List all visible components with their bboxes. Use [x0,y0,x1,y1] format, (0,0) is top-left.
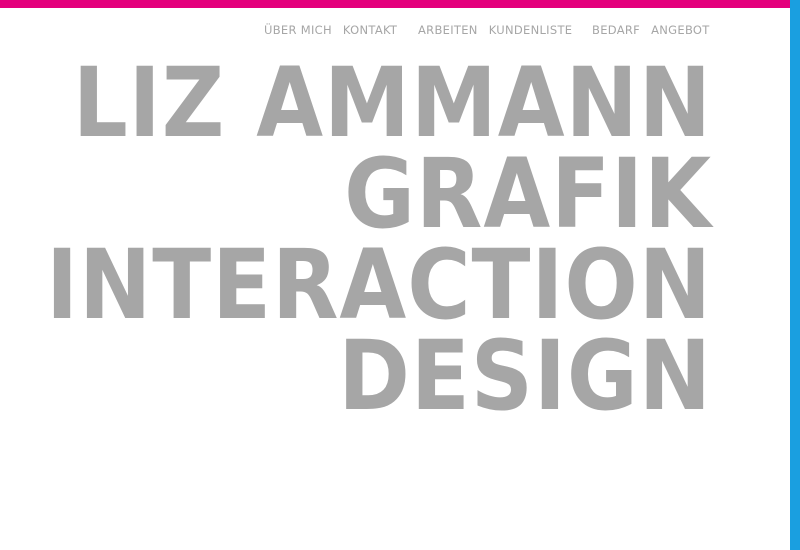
nav-link-angebot[interactable]: ANGEBOT [651,22,710,38]
nav-link-kontakt[interactable]: KONTAKT [343,22,397,38]
top-accent-bar [0,0,790,8]
hero-line-grafik: GRAFIK [344,138,712,250]
nav-link-kundenliste[interactable]: KUNDENLISTE [489,22,573,38]
nav-group-offer: BEDARF ANGEBOT [592,22,710,38]
hero-line-interaction: INTERACTION [46,229,712,341]
hero-heading: LIZ AMMANN GRAFIK INTERACTION DESIGN [0,47,712,432]
nav-link-arbeiten[interactable]: ARBEITEN [418,22,478,38]
nav-group-about: ÜBER MICH KONTAKT [264,22,397,38]
hero-line-name: LIZ AMMANN [72,47,712,159]
nav-link-bedarf[interactable]: BEDARF [592,22,640,38]
nav-link-ueber-mich[interactable]: ÜBER MICH [264,22,332,38]
nav-group-work: ARBEITEN KUNDENLISTE [418,22,572,38]
main-navigation: ÜBER MICH KONTAKT ARBEITEN KUNDENLISTE B… [0,22,790,38]
right-accent-bar [790,0,800,550]
hero-line-design: DESIGN [338,320,712,432]
